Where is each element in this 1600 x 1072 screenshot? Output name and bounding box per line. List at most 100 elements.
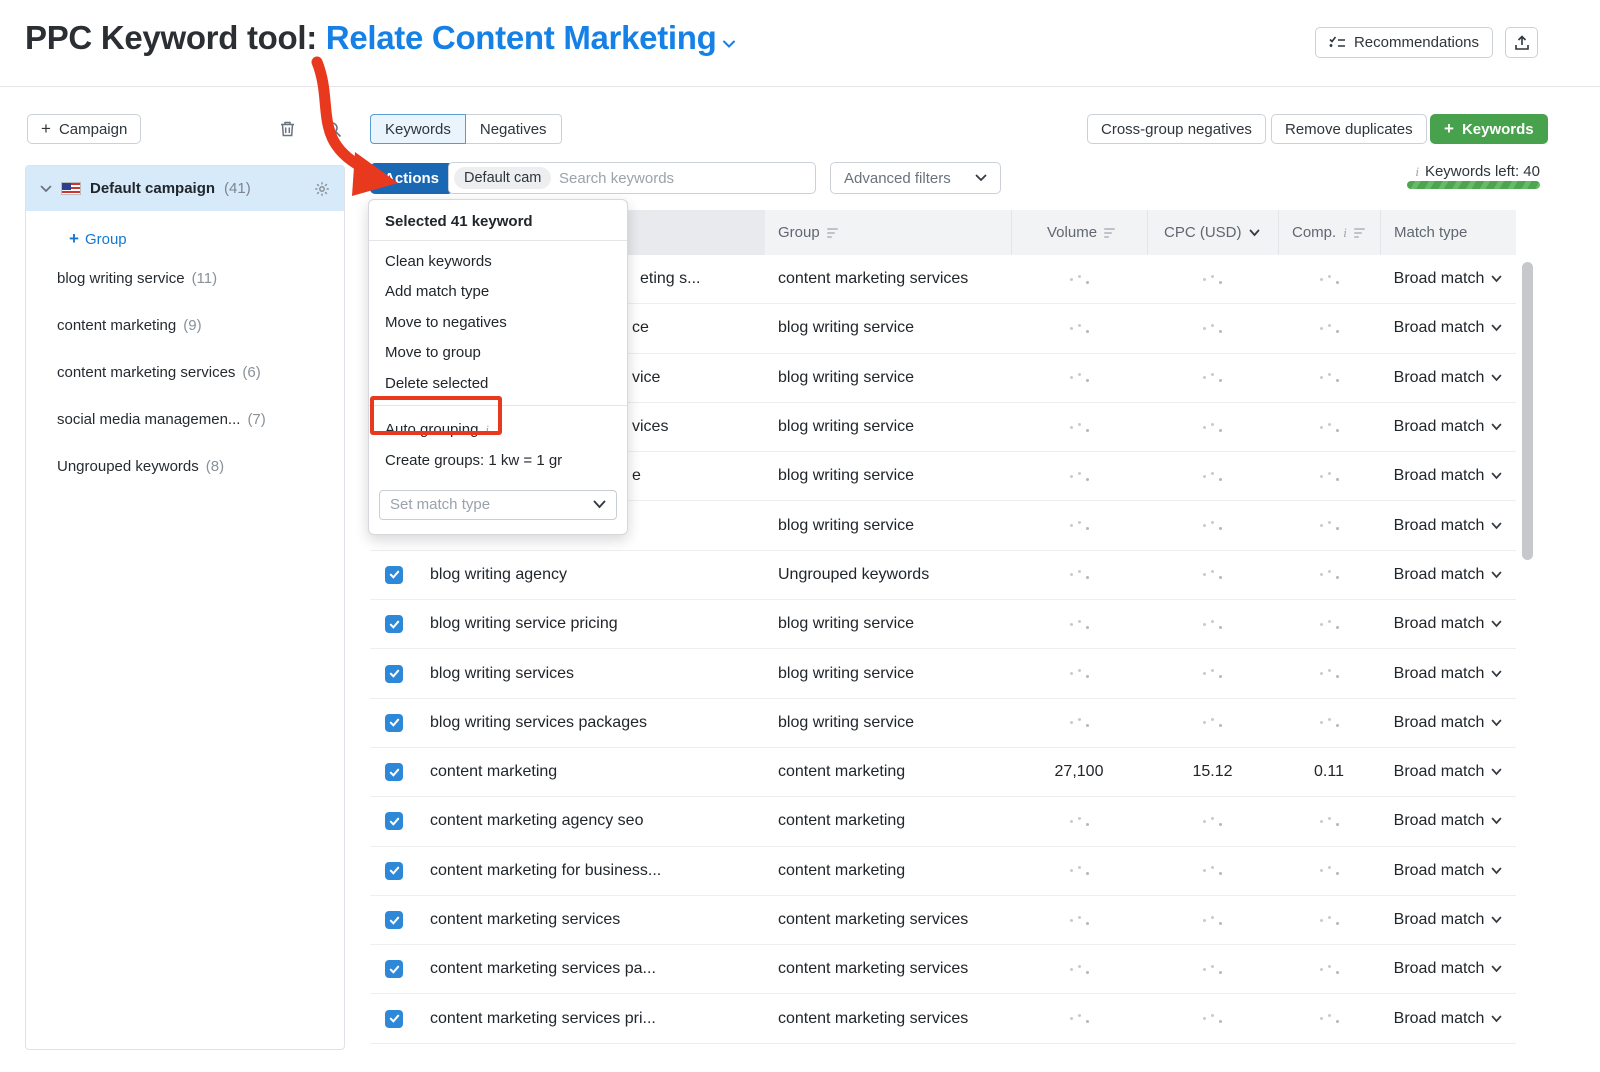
table-header-volume[interactable]: Volume (1011, 210, 1147, 255)
row-checkbox[interactable] (385, 862, 403, 880)
group-cell[interactable]: blog writing service (765, 467, 1011, 485)
match-type-select[interactable]: Broad match (1380, 319, 1516, 337)
add-campaign-button[interactable]: + Campaign (27, 114, 141, 144)
group-cell[interactable]: content marketing (765, 812, 1011, 830)
comp-cell (1278, 672, 1380, 675)
loading-dots (1320, 327, 1339, 330)
group-cell[interactable]: blog writing service (765, 714, 1011, 732)
actions-button[interactable]: Actions (370, 163, 453, 194)
row-checkbox[interactable] (385, 615, 403, 633)
comp-cell (1278, 721, 1380, 724)
group-cell[interactable]: Ungrouped keywords (765, 566, 1011, 584)
loading-dots (1070, 327, 1089, 330)
match-type-select[interactable]: Broad match (1380, 517, 1516, 535)
match-type-label: Broad match (1394, 319, 1485, 337)
advanced-filters-button[interactable]: Advanced filters (830, 162, 1001, 194)
export-button[interactable] (1505, 27, 1538, 58)
loading-dots (1070, 1017, 1089, 1020)
group-cell[interactable]: content marketing services (765, 1010, 1011, 1028)
match-type-select[interactable]: Broad match (1380, 369, 1516, 387)
row-checkbox[interactable] (385, 566, 403, 584)
group-cell[interactable]: blog writing service (765, 418, 1011, 436)
group-cell[interactable]: content marketing (765, 763, 1011, 781)
match-type-select[interactable]: Broad match (1380, 812, 1516, 830)
loading-dots (1070, 672, 1089, 675)
group-cell[interactable]: content marketing services (765, 270, 1011, 288)
match-type-select[interactable]: Broad match (1380, 467, 1516, 485)
search-campaigns-button[interactable] (322, 118, 344, 140)
keyword-search-box[interactable]: Default cam (448, 162, 816, 194)
info-icon: i (1415, 164, 1419, 180)
cpc-cell (1147, 278, 1278, 281)
match-type-select[interactable]: Broad match (1380, 763, 1516, 781)
row-checkbox[interactable] (385, 665, 403, 683)
chevron-down-icon (1491, 270, 1502, 288)
plus-icon: + (69, 229, 79, 249)
sidebar-item-group[interactable]: content marketing(9) (26, 302, 344, 349)
group-cell[interactable]: content marketing services (765, 960, 1011, 978)
vertical-scrollbar[interactable] (1522, 262, 1533, 560)
match-type-select[interactable]: Broad match (1380, 960, 1516, 978)
match-type-select[interactable]: Broad match (1380, 566, 1516, 584)
match-type-label: Broad match (1394, 960, 1485, 978)
sidebar-item-group[interactable]: content marketing services(6) (26, 349, 344, 396)
match-type-select[interactable]: Broad match (1380, 1010, 1516, 1028)
campaign-title-dropdown[interactable]: Relate Content Marketing (326, 19, 737, 56)
tab-keywords[interactable]: Keywords (370, 114, 466, 144)
match-type-select[interactable]: Broad match (1380, 911, 1516, 929)
row-checkbox-cell (370, 763, 430, 781)
row-checkbox-cell (370, 1010, 430, 1028)
row-checkbox[interactable] (385, 763, 403, 781)
match-type-select[interactable]: Broad match (1380, 270, 1516, 288)
search-keywords-input[interactable] (559, 170, 805, 187)
group-cell[interactable]: blog writing service (765, 319, 1011, 337)
menu-item-add-match-type[interactable]: Add match type (369, 277, 627, 308)
delete-campaign-button[interactable] (276, 118, 298, 140)
group-cell[interactable]: blog writing service (765, 615, 1011, 633)
set-match-type-select[interactable]: Set match type (379, 490, 617, 520)
group-cell[interactable]: blog writing service (765, 665, 1011, 683)
cross-group-negatives-button[interactable]: Cross-group negatives (1087, 114, 1266, 144)
menu-item-auto-grouping[interactable]: Auto grouping i (369, 415, 627, 446)
campaign-filter-chip[interactable]: Default cam (454, 167, 551, 189)
row-checkbox[interactable] (385, 1010, 403, 1028)
chevron-down-icon (1491, 517, 1502, 535)
sidebar-item-default-campaign[interactable]: Default campaign (41) (26, 166, 344, 211)
group-count: (11) (192, 270, 218, 287)
table-header-group[interactable]: Group (765, 210, 1011, 255)
menu-item-create-groups[interactable]: Create groups: 1 kw = 1 gr (369, 445, 627, 476)
chevron-down-icon (1491, 418, 1502, 436)
remove-duplicates-button[interactable]: Remove duplicates (1271, 114, 1427, 144)
menu-item-clean-keywords[interactable]: Clean keywords (369, 246, 627, 277)
match-type-select[interactable]: Broad match (1380, 615, 1516, 633)
match-type-select[interactable]: Broad match (1380, 862, 1516, 880)
recommendations-button[interactable]: Recommendations (1315, 27, 1493, 58)
group-cell[interactable]: content marketing services (765, 911, 1011, 929)
match-type-select[interactable]: Broad match (1380, 714, 1516, 732)
group-cell[interactable]: blog writing service (765, 517, 1011, 535)
group-cell[interactable]: content marketing (765, 862, 1011, 880)
menu-item-move-to-negatives[interactable]: Move to negatives (369, 307, 627, 338)
menu-item-move-to-group[interactable]: Move to group (369, 338, 627, 369)
sidebar-item-group[interactable]: blog writing service(11) (26, 255, 344, 302)
sidebar-item-group[interactable]: Ungrouped keywords(8) (26, 443, 344, 490)
sort-icon (1104, 228, 1115, 238)
table-header-cpc[interactable]: CPC (USD) (1147, 210, 1278, 255)
group-cell[interactable]: blog writing service (765, 369, 1011, 387)
menu-item-delete-selected[interactable]: Delete selected (369, 368, 627, 399)
campaign-settings-button[interactable] (314, 181, 330, 197)
table-header-comp[interactable]: Comp. i (1278, 210, 1380, 255)
row-checkbox[interactable] (385, 960, 403, 978)
loading-dots (1320, 623, 1339, 626)
chevron-down-icon (593, 500, 606, 509)
row-checkbox[interactable] (385, 911, 403, 929)
add-keywords-button[interactable]: + Keywords (1430, 114, 1548, 144)
match-type-select[interactable]: Broad match (1380, 418, 1516, 436)
chevron-down-icon[interactable] (40, 185, 52, 193)
sidebar-item-group[interactable]: social media managemen...(7) (26, 396, 344, 443)
tab-negatives[interactable]: Negatives (466, 114, 562, 144)
row-checkbox[interactable] (385, 714, 403, 732)
add-group-button[interactable]: + Group (69, 229, 127, 249)
row-checkbox[interactable] (385, 812, 403, 830)
match-type-select[interactable]: Broad match (1380, 665, 1516, 683)
